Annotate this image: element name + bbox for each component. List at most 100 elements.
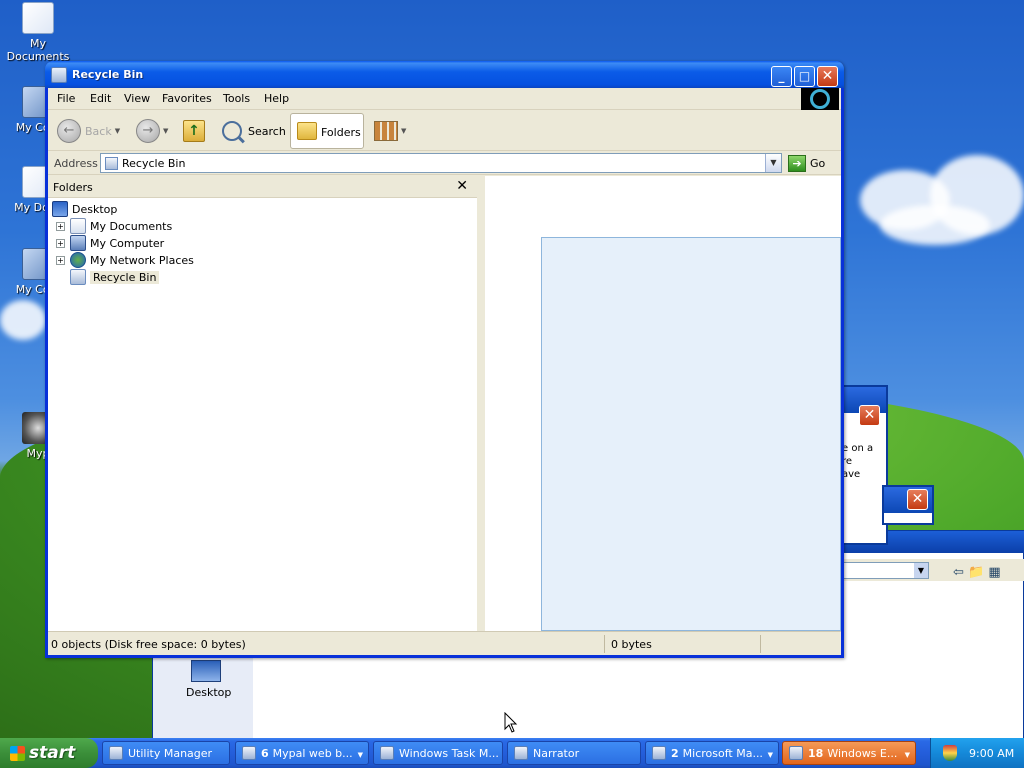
forward-button[interactable]: → ▼ xyxy=(136,116,168,146)
documents-icon xyxy=(70,218,86,234)
cloud xyxy=(0,300,46,340)
folders-pane-header: Folders ✕ xyxy=(48,176,477,198)
task-count: 6 xyxy=(261,746,269,760)
chevron-down-icon: ▼ xyxy=(914,563,928,578)
task-label: Windows Task M... xyxy=(399,746,499,760)
task-label: Utility Manager xyxy=(128,746,213,760)
task-label: Narrator xyxy=(533,746,580,760)
status-divider xyxy=(604,635,605,653)
expand-icon[interactable]: + xyxy=(56,238,65,248)
folders-pane: Folders ✕ Desktop + My Documents + My Co… xyxy=(48,176,481,631)
taskbar: start Utility Manager 6 Mypal web b... ▼… xyxy=(0,738,1024,768)
tree-item-desktop[interactable]: Desktop xyxy=(52,201,117,217)
back-button[interactable]: ← Back ▼ xyxy=(57,116,120,146)
chevron-down-icon: ▼ xyxy=(357,751,363,759)
windows-logo xyxy=(801,88,839,110)
recycle-bin-icon xyxy=(70,269,86,285)
tree-item-label: My Network Places xyxy=(90,253,194,267)
background-dialog-text: e on a re ave xyxy=(842,443,874,480)
background-desktop-item-label: Desktop xyxy=(186,686,232,699)
chevron-down-icon: ▼ xyxy=(114,127,121,135)
menu-tools[interactable]: Tools xyxy=(223,92,250,105)
background-desktop-item[interactable]: Desktop xyxy=(186,660,231,699)
go-label: Go xyxy=(810,157,826,170)
address-bar: Address Recycle Bin ▼ ➔ Go xyxy=(48,152,841,175)
search-icon xyxy=(222,121,242,141)
mouse-cursor-icon xyxy=(504,711,518,737)
address-value: Recycle Bin xyxy=(122,157,186,170)
menu-help[interactable]: Help xyxy=(264,92,289,105)
mypal-icon xyxy=(242,746,256,760)
task-windows-explorer[interactable]: 18 Windows E... ▼ xyxy=(782,741,916,765)
status-size: 0 bytes xyxy=(611,638,652,651)
task-label: Mypal web b... xyxy=(272,746,353,760)
content-pane[interactable] xyxy=(485,176,841,631)
tree-item-label: Desktop xyxy=(72,202,118,216)
recycle-bin-icon xyxy=(51,67,67,83)
menu-bar: File Edit View Favorites Tools Help xyxy=(48,88,841,110)
background-window-tools: ⇦ 📁 ▦ xyxy=(953,565,1001,580)
security-shield-icon[interactable] xyxy=(943,745,957,761)
management-console-icon xyxy=(652,746,666,760)
expand-icon[interactable]: + xyxy=(56,255,65,265)
selection-rectangle xyxy=(541,237,841,631)
task-count: 18 xyxy=(808,746,824,760)
back-arrow-icon: ← xyxy=(57,119,81,143)
task-manager-icon xyxy=(380,746,394,760)
task-mypal[interactable]: 6 Mypal web b... ▼ xyxy=(235,741,369,765)
task-windows-task-manager[interactable]: Windows Task M... xyxy=(373,741,503,765)
close-icon[interactable]: ✕ xyxy=(859,405,880,426)
tree-item-my-documents[interactable]: + My Documents xyxy=(56,218,172,234)
go-button[interactable]: ➔ Go xyxy=(788,155,825,172)
desktop-icon-my-documents[interactable]: My Documents xyxy=(0,2,76,63)
documents-icon xyxy=(22,2,54,34)
folder-icon xyxy=(297,122,317,140)
maximize-button[interactable]: □ xyxy=(794,66,815,87)
up-folder-button[interactable]: ↑ xyxy=(183,116,205,146)
close-icon[interactable]: ✕ xyxy=(456,178,468,194)
status-divider xyxy=(760,635,761,653)
folders-button[interactable]: Folders xyxy=(290,113,364,149)
desktop-icon xyxy=(52,201,68,217)
task-microsoft-management[interactable]: 2 Microsoft Ma... ▼ xyxy=(645,741,779,765)
tree-item-my-computer[interactable]: + My Computer xyxy=(56,235,164,251)
chevron-down-icon: ▼ xyxy=(401,127,407,135)
close-icon[interactable]: ✕ xyxy=(907,489,928,510)
tree-item-recycle-bin[interactable]: Recycle Bin xyxy=(70,269,160,285)
task-utility-manager[interactable]: Utility Manager xyxy=(102,741,230,765)
minimize-button[interactable]: _ xyxy=(771,66,792,87)
desktop-icon-label: My Documents xyxy=(6,37,70,63)
utility-manager-icon xyxy=(109,746,123,760)
menu-file[interactable]: File xyxy=(57,92,75,105)
expand-icon[interactable]: + xyxy=(56,221,65,231)
search-button[interactable]: Search xyxy=(222,116,286,146)
desktop-icon xyxy=(191,660,221,682)
go-arrow-icon: ➔ xyxy=(788,155,806,172)
folder-icon xyxy=(789,746,803,760)
task-label: Windows E... xyxy=(827,746,898,760)
menu-favorites[interactable]: Favorites xyxy=(162,92,212,105)
menu-view[interactable]: View xyxy=(124,92,150,105)
folders-pane-title: Folders xyxy=(53,181,93,194)
tree-item-label: My Documents xyxy=(90,219,173,233)
views-button[interactable]: ▼ xyxy=(374,116,406,146)
clock[interactable]: 9:00 AM xyxy=(969,747,1014,760)
address-input[interactable]: Recycle Bin ▼ xyxy=(100,153,782,173)
back-label: Back xyxy=(85,124,112,138)
recycle-bin-window[interactable]: Recycle Bin _ □ ✕ File Edit View Favorit… xyxy=(45,61,844,658)
task-narrator[interactable]: Narrator xyxy=(507,741,641,765)
windows-flag-icon xyxy=(10,745,25,761)
status-objects: 0 objects (Disk free space: 0 bytes) xyxy=(51,638,246,651)
task-count: 2 xyxy=(671,746,679,760)
close-button[interactable]: ✕ xyxy=(817,66,838,87)
forward-arrow-icon: → xyxy=(136,119,160,143)
background-address-combo[interactable]: ▼ xyxy=(843,562,929,579)
toolbar: ← Back ▼ → ▼ ↑ Search Folders ▼ xyxy=(48,111,841,151)
start-button[interactable]: start xyxy=(0,738,98,768)
chevron-down-icon: ▼ xyxy=(163,127,169,135)
tree-item-my-network-places[interactable]: + My Network Places xyxy=(56,252,194,268)
menu-edit[interactable]: Edit xyxy=(90,92,111,105)
network-icon xyxy=(70,252,86,268)
chevron-down-icon[interactable]: ▼ xyxy=(765,154,781,172)
window-titlebar[interactable]: Recycle Bin _ □ ✕ xyxy=(45,61,844,88)
